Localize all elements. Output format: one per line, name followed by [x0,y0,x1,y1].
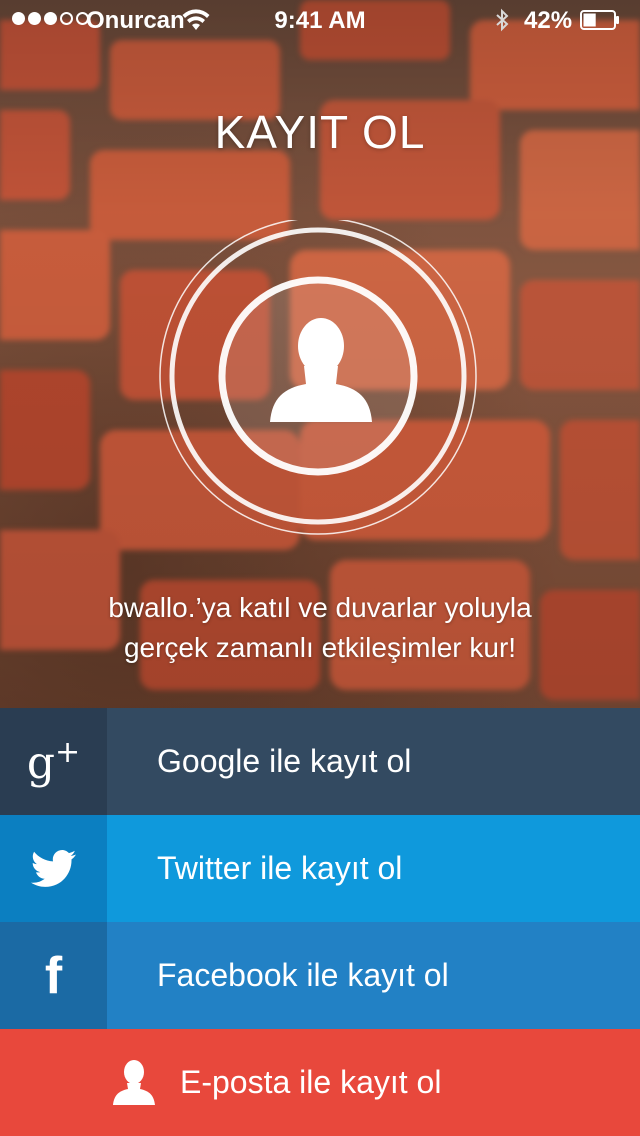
google-plus-icon: g+ [26,734,81,789]
facebook-icon-cell: f [0,922,107,1029]
email-signup-button[interactable]: E-posta ile kayıt ol [0,1029,640,1136]
tagline-line-1: bwallo.’ya katıl ve duvarlar yoluyla [108,592,532,623]
facebook-icon: f [44,946,63,1005]
tagline-line-2: gerçek zamanlı etkileşimler kur! [123,632,517,663]
google-signup-label: Google ile kayıt ol [157,743,412,779]
battery-icon [580,10,619,30]
facebook-signup-label: Facebook ile kayıt ol [157,957,449,993]
facebook-signup-button[interactable]: f Facebook ile kayıt ol [0,922,640,1029]
user-icon [113,1060,155,1105]
twitter-signup-button[interactable]: Twitter ile kayıt ol [0,815,640,922]
twitter-icon-cell [0,815,107,922]
google-icon-cell: g+ [0,708,107,815]
status-bar: Onurcan 9:41 AM 42% [0,0,640,40]
tagline: bwallo.’ya katıl ve duvarlar yoluyla ger… [40,588,600,668]
email-signup-label: E-posta ile kayıt ol [180,1064,442,1100]
twitter-bird-icon [30,849,76,887]
twitter-signup-label: Twitter ile kayıt ol [157,850,403,886]
google-signup-button[interactable]: g+ Google ile kayıt ol [0,708,640,815]
page-title: KAYIT OL [214,106,426,158]
bluetooth-icon [496,8,509,32]
battery-percentage: 42% [524,7,573,34]
avatar-placeholder[interactable] [150,220,486,540]
